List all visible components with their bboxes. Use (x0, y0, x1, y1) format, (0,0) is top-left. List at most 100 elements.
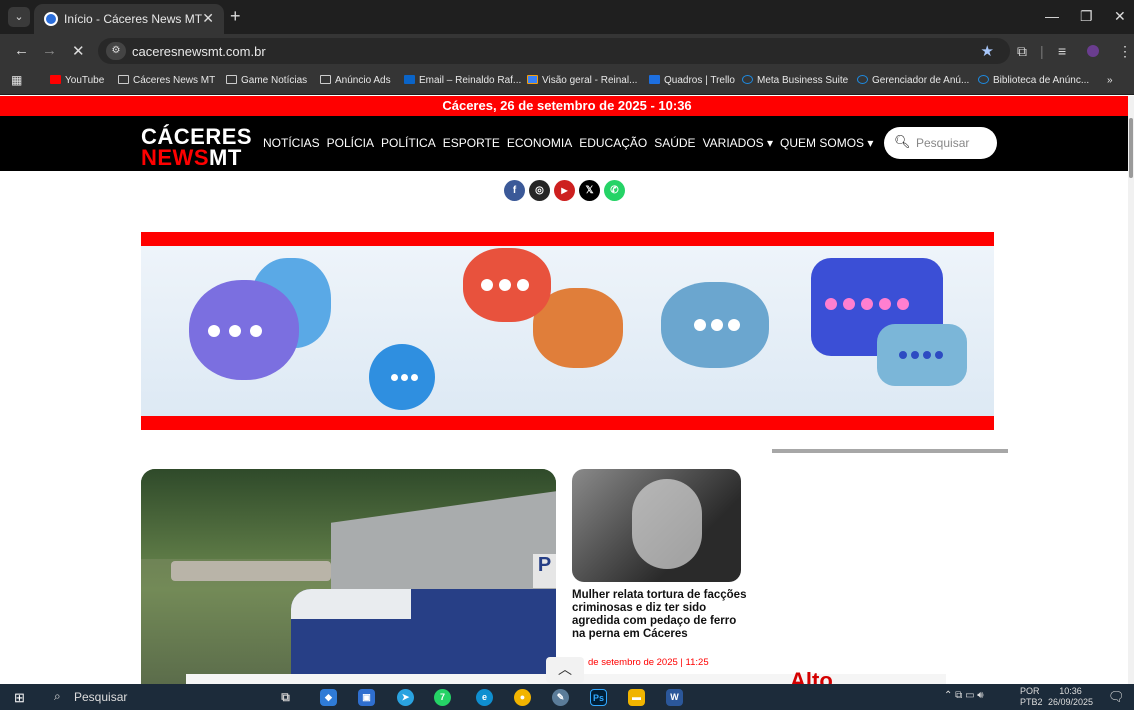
whatsapp-taskbar-icon[interactable]: 7 (434, 689, 451, 706)
facebook-icon[interactable]: f (504, 180, 525, 201)
menu-icon[interactable]: ⋮ (1118, 43, 1132, 60)
bookmark-game-noticias[interactable]: Game Notícias (226, 75, 307, 86)
tab-search-button[interactable]: ⌄ (8, 7, 30, 27)
input-language[interactable]: POR PTB2 (1020, 686, 1043, 708)
windows-taskbar: ⊞ ⌕ Pesquisar ⧉ ◆ ▣ ➤ 7 e ● ✎ Ps ▬ W ⌃ ⧉… (0, 684, 1134, 710)
instagram-icon[interactable]: ◎ (529, 180, 550, 201)
nav-educacao[interactable]: EDUCAÇÃO (579, 136, 647, 150)
photoshop-icon[interactable]: Ps (590, 689, 607, 706)
apps-grid-icon[interactable]: ▦ (11, 73, 22, 87)
google-ads-icon (527, 75, 538, 84)
chat-bubble-icon (189, 280, 299, 380)
nav-esporte[interactable]: ESPORTE (443, 136, 500, 150)
file-explorer-icon[interactable]: ▬ (628, 689, 645, 706)
restore-button[interactable]: ❐ (1080, 8, 1093, 25)
woman-silhouette (632, 479, 702, 569)
outlook-icon (404, 75, 415, 84)
scrollbar-thumb[interactable] (1129, 118, 1133, 178)
main-article-image[interactable]: P (141, 469, 556, 689)
taskbar-search-icon[interactable]: ⌕ (54, 689, 61, 704)
bookmark-trello[interactable]: Quadros | Trello (649, 75, 735, 86)
lang-code: POR (1020, 686, 1040, 696)
bookmark-youtube[interactable]: YouTube (50, 75, 104, 86)
system-tray-icons[interactable]: ⌃ ⧉ ▭ 🔊︎ (944, 690, 984, 701)
nav-quem-somos[interactable]: QUEM SOMOS ▾ (780, 136, 873, 150)
police-letter: P (533, 554, 556, 588)
logo-news-text: NEWS (141, 145, 209, 170)
paint-icon[interactable]: ✎ (552, 689, 569, 706)
store-icon[interactable]: ▣ (358, 689, 375, 706)
tab-close-icon[interactable]: ✕ (202, 10, 214, 27)
scroll-to-top-button[interactable]: ︿ (546, 657, 584, 683)
close-window-button[interactable]: ✕ (1114, 8, 1126, 25)
bookmark-email[interactable]: Email – Reinaldo Raf... (404, 75, 521, 86)
reading-list-icon[interactable]: ≡ (1058, 43, 1066, 59)
omnibox[interactable]: ⚙ caceresnewsmt.com.br ★ (98, 38, 1010, 64)
nav-politica[interactable]: POLÍTICA (381, 136, 436, 150)
notifications-icon[interactable]: 🗨︎ (1108, 689, 1125, 705)
telegram-icon[interactable]: ➤ (397, 689, 414, 706)
side-article-image[interactable] (572, 469, 741, 582)
main-nav: NOTÍCIAS POLÍCIA POLÍTICA ESPORTE ECONOM… (263, 136, 873, 150)
whatsapp-badge: 7 (439, 692, 445, 702)
minimize-button[interactable]: — (1045, 8, 1059, 24)
bookmark-caceres-news[interactable]: Cáceres News MT (118, 75, 215, 86)
nav-variados[interactable]: VARIADOS ▾ (703, 136, 773, 150)
logo-newsmt[interactable]: NEWSMT (141, 145, 242, 171)
bookmark-label: YouTube (65, 75, 105, 86)
more-bookmarks-icon[interactable]: » (1107, 75, 1113, 86)
ad-banner[interactable] (141, 232, 994, 430)
side-article-title[interactable]: Mulher relata tortura de facções crimino… (572, 589, 747, 641)
taskbar-search[interactable]: Pesquisar (74, 690, 127, 704)
bookmark-label: Biblioteca de Anúnc... (993, 75, 1090, 86)
back-button[interactable]: ← (14, 42, 29, 59)
nav-policia[interactable]: POLÍCIA (327, 136, 374, 150)
bookmark-label: Email – Reinaldo Raf... (419, 75, 522, 86)
meta-icon (978, 75, 989, 84)
trello-icon (649, 75, 660, 84)
new-tab-button[interactable]: + (230, 6, 241, 27)
folder-icon (118, 75, 129, 84)
meta-icon (742, 75, 753, 84)
task-view-icon[interactable]: ⧉ (277, 689, 294, 706)
copilot-icon[interactable]: ◆ (320, 689, 337, 706)
toolbar-divider: | (1040, 43, 1044, 59)
bookmark-visao-geral[interactable]: Visão geral - Reinal... (527, 75, 637, 86)
edge-icon[interactable]: e (476, 689, 493, 706)
meta-icon (857, 75, 868, 84)
site-header: CÁCERES NEWSMT NOTÍCIAS POLÍCIA POLÍTICA… (0, 116, 1134, 171)
browser-tab-active[interactable]: Início - Cáceres News MT ✕ (34, 4, 224, 34)
side-article-date: de setembro de 2025 | 11:25 (588, 657, 709, 668)
site-search-input[interactable]: 🔍︎ Pesquisar (884, 127, 997, 159)
bookmark-biblioteca[interactable]: Biblioteca de Anúnc... (978, 75, 1089, 86)
date-bar: Cáceres, 26 de setembro de 2025 - 10:36 (0, 96, 1134, 116)
bookmark-label: Meta Business Suite (757, 75, 849, 86)
social-icons: f ◎ ▶ 𝕏 ✆ (504, 180, 625, 201)
tab-title: Início - Cáceres News MT (64, 12, 203, 26)
bookmark-star-icon[interactable]: ★ (981, 42, 994, 60)
folder-icon (320, 75, 331, 84)
profile-avatar[interactable] (1087, 45, 1099, 57)
windows-start-icon[interactable]: ⊞ (14, 690, 25, 706)
chrome-icon[interactable]: ● (514, 689, 531, 706)
bookmark-gerenciador[interactable]: Gerenciador de Anú... (857, 75, 969, 86)
bookmark-label: Game Notícias (241, 75, 308, 86)
nav-saude[interactable]: SAÚDE (654, 136, 695, 150)
word-icon[interactable]: W (666, 689, 683, 706)
youtube-icon[interactable]: ▶ (554, 180, 575, 201)
extensions-icon[interactable]: ⧉ (1017, 43, 1027, 60)
url-text[interactable]: caceresnewsmt.com.br (132, 44, 266, 59)
nav-noticias[interactable]: NOTÍCIAS (263, 136, 320, 150)
bookmarks-bar: ▦ YouTube Cáceres News MT Game Notícias … (0, 68, 1134, 95)
chat-bubbles-banner-image (141, 246, 994, 416)
site-info-icon[interactable]: ⚙ (106, 42, 126, 60)
whatsapp-icon[interactable]: ✆ (604, 180, 625, 201)
page-scrollbar[interactable] (1128, 96, 1134, 684)
x-icon[interactable]: 𝕏 (579, 180, 600, 201)
bookmark-anuncio-ads[interactable]: Anúncio Ads (320, 75, 391, 86)
forward-button[interactable]: → (42, 42, 57, 59)
system-clock[interactable]: 10:36 26/09/2025 (1048, 686, 1093, 708)
stop-loading-button[interactable]: ✕ (72, 42, 85, 60)
bookmark-meta-business[interactable]: Meta Business Suite (742, 75, 848, 86)
nav-economia[interactable]: ECONOMIA (507, 136, 572, 150)
